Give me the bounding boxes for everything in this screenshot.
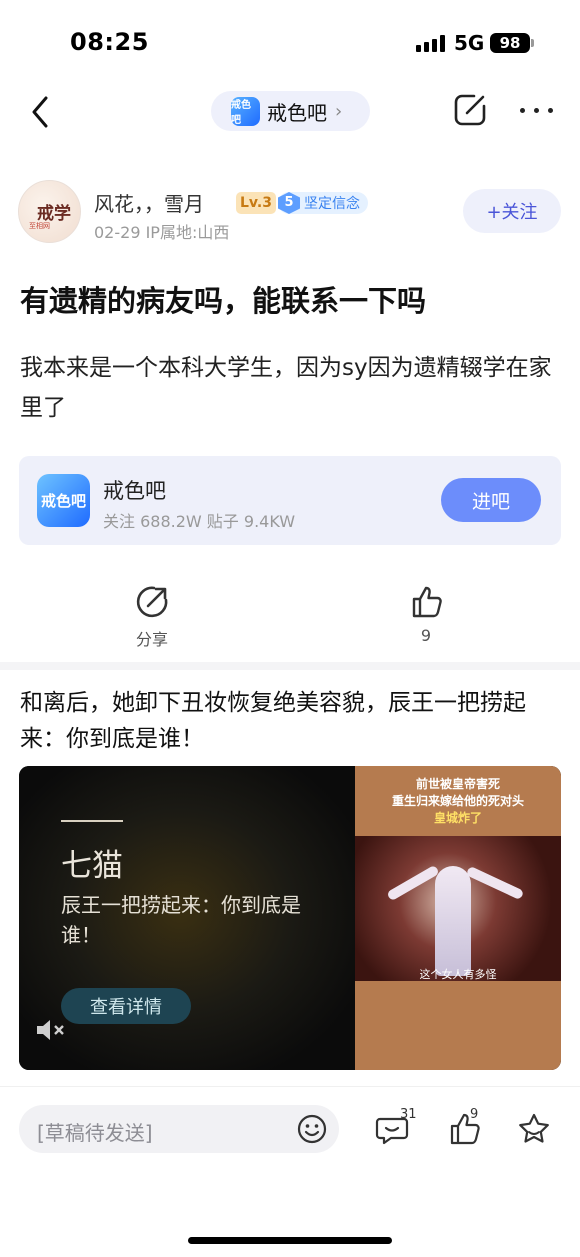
badge-number: 5	[278, 192, 300, 214]
emoji-icon[interactable]	[296, 1113, 328, 1145]
ad-brand: 七猫	[61, 848, 123, 884]
forum-card-name: 戒色吧	[103, 479, 166, 503]
follow-button[interactable]: +关注	[463, 189, 561, 233]
network-label: 5G	[454, 31, 485, 55]
thumb-up-icon	[412, 586, 442, 618]
bottom-like-count: 9	[470, 1107, 479, 1122]
dot	[520, 108, 525, 113]
ad-caption-line-2: 重生归来嫁给他的死对头	[391, 794, 524, 808]
ad-media[interactable]: 七猫 辰王一把捞起来：你到底是谁！ 查看详情 前世被皇帝害死 重生归来嫁给他的死…	[19, 766, 561, 1070]
chevron-right-icon: ›	[335, 100, 343, 122]
share-button[interactable]: 分享	[120, 584, 184, 649]
signal-icon	[416, 34, 446, 52]
back-button[interactable]	[28, 92, 58, 132]
share-icon	[136, 586, 168, 618]
battery-icon: 98	[490, 33, 530, 53]
ad-left-panel: 七猫 辰王一把捞起来：你到底是谁！ 查看详情	[19, 766, 355, 1070]
ad-figure-sleeve	[386, 864, 440, 902]
edit-button[interactable]	[452, 92, 488, 128]
status-bar: 08:25 5G 98	[0, 0, 580, 86]
chevron-left-icon	[32, 96, 48, 128]
author-meta: 02-29 IP属地:山西	[94, 223, 230, 242]
bottom-bar: [草稿待发送] 31 9	[0, 1086, 580, 1257]
avatar[interactable]: 戒学 至相网	[18, 180, 81, 243]
forum-card[interactable]: 戒色吧 戒色吧 关注 688.2W 贴子 9.4KW 进吧	[19, 456, 561, 545]
forum-name: 戒色吧	[267, 100, 327, 125]
battery-tip	[531, 39, 534, 47]
like-count: 9	[420, 626, 432, 645]
faith-badge: 5 坚定信念	[278, 192, 368, 214]
share-label: 分享	[135, 630, 168, 649]
ad-caption-line-3: 皇城炸了	[433, 811, 482, 825]
ad-right-panel: 前世被皇帝害死 重生归来嫁给他的死对头 皇城炸了 这个女人有多怪	[355, 766, 561, 1070]
forum-card-logo: 戒色吧	[37, 474, 90, 527]
mute-icon[interactable]	[35, 1018, 67, 1042]
forum-pill-button[interactable]: 戒色吧 戒色吧 ›	[211, 91, 370, 131]
more-button[interactable]	[520, 108, 554, 114]
dot	[548, 108, 553, 113]
forum-card-stats: 关注 688.2W 贴子 9.4KW	[103, 512, 296, 531]
star-icon[interactable]	[516, 1111, 552, 1147]
section-divider	[0, 662, 580, 670]
home-indicator	[188, 1237, 392, 1244]
comment-count: 31	[400, 1107, 417, 1122]
comment-input[interactable]: [草稿待发送]	[19, 1105, 339, 1153]
author-name[interactable]: 风花，，雪月	[94, 188, 204, 217]
draft-placeholder: [草稿待发送]	[37, 1121, 153, 1145]
forum-logo: 戒色吧	[231, 96, 260, 126]
status-time: 08:25	[70, 28, 149, 56]
post-title: 有遗精的病友吗，能联系一下吗	[20, 284, 427, 318]
avatar-sub: 至相网	[29, 222, 50, 230]
view-details-button[interactable]: 查看详情	[61, 988, 191, 1024]
ad-scene-image	[355, 836, 561, 981]
edit-icon	[454, 94, 486, 126]
badge-label: 坚定信念	[304, 196, 360, 212]
ad-divider-line	[61, 820, 123, 822]
ad-figure	[435, 866, 471, 976]
ad-description: 辰王一把捞起来：你到底是谁！	[61, 893, 301, 947]
ad-figure-sleeve	[465, 865, 525, 901]
ad-title[interactable]: 和离后，她卸下丑妆恢复绝美容貌，辰王一把捞起来：你到底是谁！	[20, 685, 565, 757]
ad-caption: 前世被皇帝害死 重生归来嫁给他的死对头 皇城炸了	[355, 776, 561, 827]
like-button[interactable]: 9	[396, 584, 456, 648]
dot	[534, 108, 539, 113]
ad-subtitle: 这个女人有多怪	[419, 968, 497, 981]
enter-forum-button[interactable]: 进吧	[441, 478, 541, 522]
level-badge: Lv.3	[236, 192, 276, 214]
ad-caption-line-1: 前世被皇帝害死	[415, 777, 500, 791]
post-body: 我本来是一个本科大学生，因为sy因为遗精辍学在家里了	[20, 355, 552, 421]
